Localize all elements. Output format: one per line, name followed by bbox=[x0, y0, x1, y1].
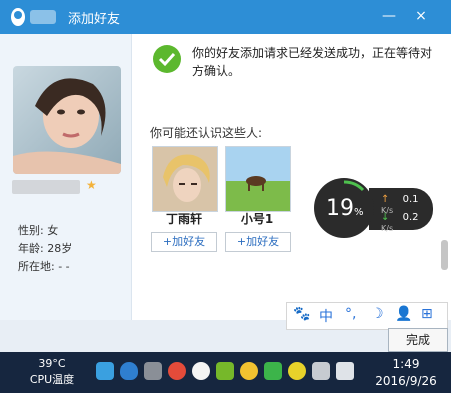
download-speed: 0.2 bbox=[402, 212, 419, 223]
upload-speed: 0.1 bbox=[402, 194, 419, 205]
suggestion-name-2[interactable]: 小号1 bbox=[224, 210, 290, 227]
suggestion-photo-2[interactable] bbox=[225, 146, 291, 212]
clock[interactable]: 1:49 2016/9/26 bbox=[362, 356, 450, 390]
tray-shield-icon[interactable] bbox=[120, 362, 138, 380]
tray-device-icon[interactable] bbox=[312, 362, 330, 380]
clock-date: 2016/9/26 bbox=[375, 374, 437, 388]
scrollbar-thumb[interactable] bbox=[441, 240, 448, 270]
gender-field: 性别: 女 bbox=[18, 224, 59, 237]
user-name-blurred bbox=[30, 10, 56, 24]
memory-usage-circle: 19% bbox=[314, 178, 374, 238]
percent-sign: % bbox=[354, 207, 364, 218]
ime-grid-icon[interactable]: ⊞ bbox=[421, 306, 433, 322]
ime-punctuation-icon[interactable]: °, bbox=[345, 306, 356, 322]
ime-moon-icon[interactable]: ☽ bbox=[371, 306, 384, 322]
ime-paw-icon[interactable]: 🐾 bbox=[293, 306, 310, 322]
taskbar: 39°C CPU温度 1:49 2016/9/26 bbox=[0, 352, 451, 393]
title-bar[interactable]: 添加好友 — × bbox=[0, 0, 451, 34]
people-you-may-know-label: 你可能还认识这些人: bbox=[150, 126, 263, 140]
cpu-temperature[interactable]: 39°C CPU温度 bbox=[28, 356, 76, 388]
window-title: 添加好友 bbox=[68, 12, 121, 27]
memory-percent: 19 bbox=[326, 196, 354, 221]
age-field: 年龄: 28岁 bbox=[18, 242, 73, 255]
suggestion-photo-1[interactable] bbox=[152, 146, 218, 212]
add-friend-window: 添加好友 — × ★ 性别: 女 年龄: 28岁 所在地: - - 你的好友添加… bbox=[0, 0, 451, 352]
tray-box-icon[interactable] bbox=[96, 362, 114, 380]
suggestion-name-1[interactable]: 丁雨轩 bbox=[151, 210, 217, 227]
cpu-temp-label: CPU温度 bbox=[29, 373, 75, 386]
cpu-temp-value: 39°C bbox=[38, 357, 66, 370]
profile-sidebar: ★ 性别: 女 年龄: 28岁 所在地: - - bbox=[0, 34, 132, 320]
profile-name-blurred bbox=[12, 180, 80, 194]
tray-nvidia-icon[interactable] bbox=[216, 362, 234, 380]
network-speed-widget[interactable]: ↑ 0.1 K/s ↓ 0.2 K/s 19% bbox=[314, 178, 435, 238]
tray-volume-icon[interactable] bbox=[336, 362, 354, 380]
request-sent-message: 你的好友添加请求已经发送成功，正在等待对方确认。 bbox=[192, 46, 433, 78]
add-friend-button-1[interactable]: +加好友 bbox=[151, 232, 217, 252]
download-unit: K/s bbox=[381, 224, 394, 233]
location-field: 所在地: - - bbox=[18, 260, 70, 273]
add-friend-button-2[interactable]: +加好友 bbox=[225, 232, 291, 252]
ime-toolbar: 🐾 中 °, ☽ 👤 ⊞ bbox=[286, 302, 448, 330]
finish-button[interactable]: 完成 bbox=[388, 328, 448, 352]
qq-penguin-icon bbox=[11, 8, 25, 26]
tray-plus-icon[interactable] bbox=[288, 362, 306, 380]
tray-security-icon[interactable] bbox=[264, 362, 282, 380]
minimize-button[interactable]: — bbox=[378, 5, 400, 27]
tray-qq-icon[interactable] bbox=[240, 362, 258, 380]
vip-star-icon: ★ bbox=[86, 178, 97, 192]
profile-avatar[interactable] bbox=[13, 66, 121, 174]
close-button[interactable]: × bbox=[410, 5, 432, 27]
speed-panel: ↑ 0.1 K/s ↓ 0.2 K/s bbox=[369, 188, 433, 233]
avatar-photo bbox=[13, 66, 121, 174]
success-check-icon bbox=[153, 45, 181, 73]
tray-netease-icon[interactable] bbox=[168, 362, 186, 380]
upload-arrow-icon: ↑ bbox=[381, 194, 390, 205]
tray-player-icon[interactable] bbox=[192, 362, 210, 380]
ime-chinese-mode[interactable]: 中 bbox=[319, 306, 333, 326]
tray-network-icon[interactable] bbox=[144, 362, 162, 380]
clock-time: 1:49 bbox=[392, 357, 420, 371]
download-arrow-icon: ↓ bbox=[381, 212, 390, 223]
ime-user-icon[interactable]: 👤 bbox=[395, 306, 412, 322]
